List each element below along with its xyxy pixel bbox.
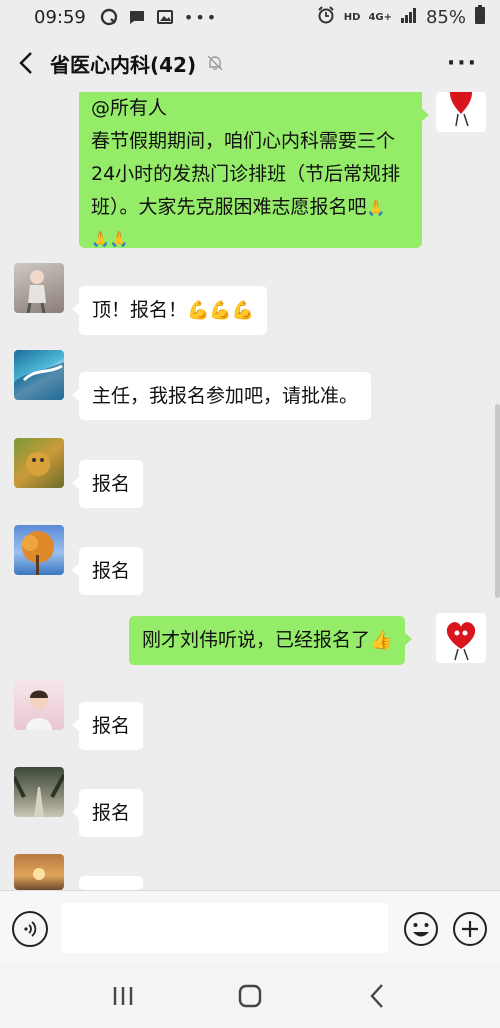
pray-emoji: 🙏🙏 bbox=[91, 230, 129, 248]
chat-header: 省医心内科(42) ··· bbox=[0, 34, 500, 92]
avatar-self[interactable] bbox=[436, 613, 486, 663]
bell-off-icon bbox=[206, 54, 224, 72]
message-bubble-in[interactable]: 报名 bbox=[71, 702, 144, 750]
avatar-member[interactable] bbox=[14, 767, 64, 817]
gallery-icon bbox=[156, 8, 174, 26]
avatar-member[interactable] bbox=[14, 680, 64, 730]
avatar-member[interactable] bbox=[14, 263, 64, 313]
message-icon bbox=[128, 8, 146, 26]
avatar-self[interactable] bbox=[436, 92, 486, 132]
pray-emoji: 🙏 bbox=[366, 199, 386, 217]
back-arrow-icon bbox=[19, 52, 32, 74]
message-text: 报名 bbox=[92, 715, 131, 737]
smiley-icon bbox=[404, 912, 438, 946]
recents-icon bbox=[114, 987, 133, 1005]
chat-area[interactable]: @所有人 春节假期期间，咱们心内科需要三个 24小时的发热门诊排班（节后常规排 … bbox=[0, 92, 500, 890]
muscle-emoji: 💪💪💪 bbox=[187, 300, 255, 321]
battery-percent: 85% bbox=[425, 6, 466, 28]
signal-icon bbox=[400, 7, 418, 28]
home-icon bbox=[238, 984, 262, 1008]
message-text: 报名 bbox=[92, 560, 131, 582]
thumbs-up-emoji: 👍 bbox=[370, 630, 393, 651]
message-bubble-out[interactable]: @所有人 春节假期期间，咱们心内科需要三个 24小时的发热门诊排班（节后常规排 … bbox=[79, 92, 429, 248]
recents-button[interactable] bbox=[98, 971, 148, 1021]
more-options-button[interactable]: ··· bbox=[447, 51, 478, 76]
message-bubble-in[interactable]: 顶！报名！💪💪💪 bbox=[71, 286, 268, 335]
message-bubble-in[interactable]: 主任，我报名参加吧，请批准。 bbox=[71, 372, 372, 420]
message-bubble-in[interactable]: 报名 bbox=[71, 789, 144, 837]
emoji-button[interactable] bbox=[403, 911, 439, 947]
message-input[interactable] bbox=[62, 903, 388, 953]
hd-indicator: HD bbox=[343, 11, 361, 23]
network-indicator: 4G+ bbox=[368, 11, 392, 23]
status-bar: 09:59 ••• HD 4G+ 85% bbox=[0, 0, 500, 34]
input-bar bbox=[0, 890, 500, 964]
q-app-icon bbox=[100, 8, 118, 26]
message-text: 刚才刘伟听说，已经报名了 bbox=[142, 629, 371, 651]
message-bubble-in[interactable]: 报名 bbox=[71, 460, 144, 508]
home-button[interactable] bbox=[225, 971, 275, 1021]
status-time: 09:59 bbox=[34, 6, 86, 28]
avatar-member[interactable] bbox=[14, 854, 64, 890]
avatar-member[interactable] bbox=[14, 438, 64, 488]
nav-back-button[interactable] bbox=[352, 971, 402, 1021]
message-line: 24小时的发热门诊排班（节后常规排 bbox=[91, 163, 401, 185]
nav-back-icon bbox=[370, 984, 383, 1008]
scroll-indicator[interactable] bbox=[495, 404, 500, 598]
message-text: 主任，我报名参加吧，请批准。 bbox=[92, 385, 359, 407]
message-line: @所有人 bbox=[91, 97, 168, 119]
voice-button[interactable] bbox=[12, 911, 48, 947]
message-bubble-out[interactable]: 刚才刘伟听说，已经报名了👍 bbox=[129, 616, 413, 665]
message-line: 班）。大家先克服困难志愿报名吧 bbox=[91, 196, 367, 218]
message-text: 报名 bbox=[92, 473, 131, 495]
message-bubble-in[interactable]: 报名 bbox=[71, 547, 144, 595]
back-button[interactable] bbox=[4, 34, 48, 92]
message-text: 报名 bbox=[92, 802, 131, 824]
plus-icon bbox=[453, 912, 487, 946]
avatar-member[interactable] bbox=[14, 525, 64, 575]
battery-icon bbox=[474, 4, 486, 30]
message-text: 顶！报名！ bbox=[92, 299, 188, 321]
chat-title: 省医心内科(42) bbox=[50, 52, 197, 77]
more-functions-button[interactable] bbox=[452, 911, 488, 947]
alarm-icon bbox=[316, 5, 336, 30]
avatar-member[interactable] bbox=[14, 350, 64, 400]
system-nav-bar bbox=[0, 964, 500, 1028]
message-bubble-in[interactable] bbox=[79, 876, 143, 890]
message-line: 春节假期期间，咱们心内科需要三个 bbox=[91, 130, 396, 152]
more-notifications-icon: ••• bbox=[183, 7, 219, 27]
voice-icon bbox=[24, 921, 37, 937]
